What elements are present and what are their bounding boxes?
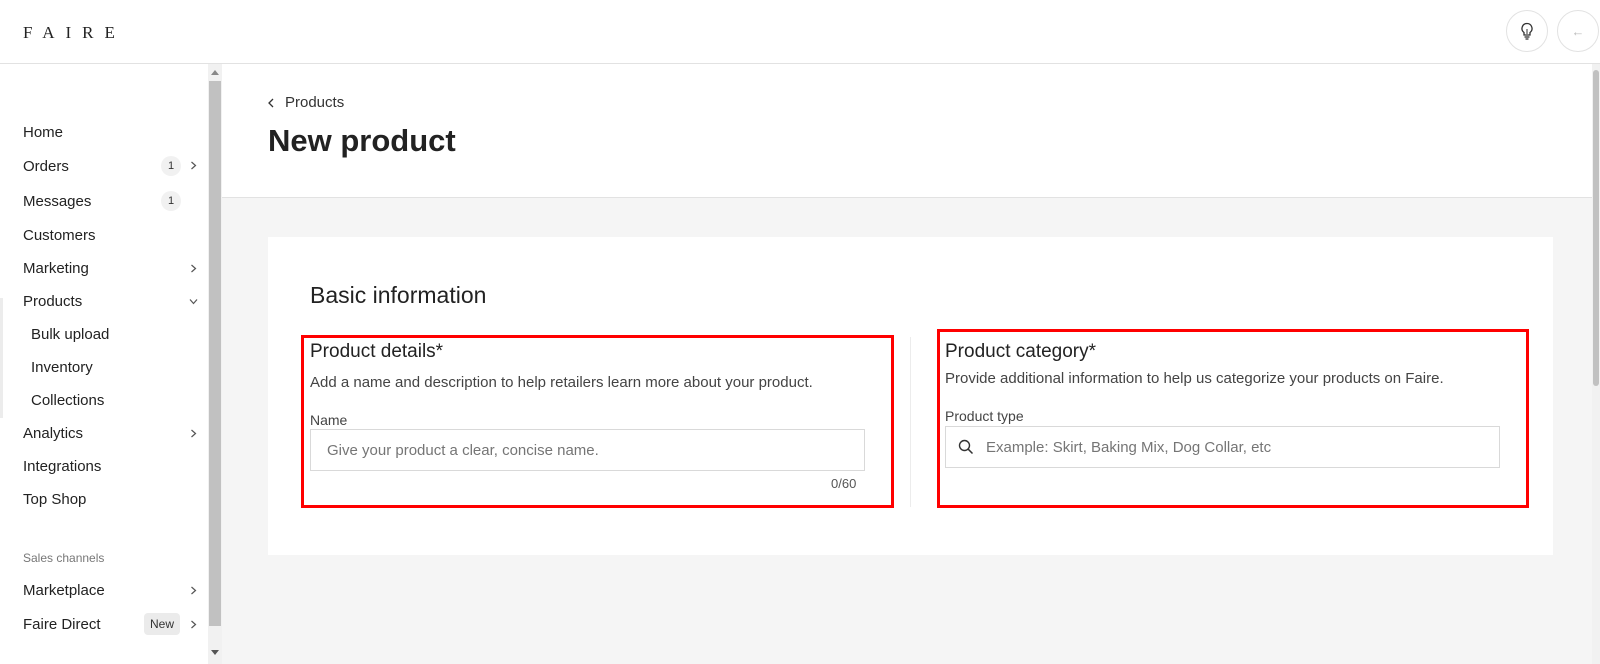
sidebar-item-home[interactable]: Home [23, 124, 63, 141]
sidebar-item-products[interactable]: Products [23, 293, 82, 310]
basic-information-title: Basic information [310, 282, 487, 308]
sidebar-item-marketing[interactable]: Marketing [23, 260, 89, 277]
sidebar-item-customers[interactable]: Customers [23, 227, 96, 244]
scroll-down-arrow[interactable] [211, 650, 219, 655]
product-details-panel: Product details* Add a name and descript… [301, 335, 894, 508]
product-details-description: Add a name and description to help retai… [310, 374, 813, 391]
sidebar-item-collections[interactable]: Collections [31, 392, 104, 409]
lightbulb-icon [1521, 22, 1533, 40]
products-active-marker [0, 298, 3, 418]
back-button[interactable]: ← [1557, 10, 1599, 52]
faire-logo[interactable]: FAIRE [23, 23, 126, 43]
page-header: Products New product [222, 64, 1600, 198]
top-bar: FAIRE ← [0, 0, 1600, 64]
scroll-up-arrow[interactable] [211, 70, 219, 75]
chevron-right-icon[interactable] [189, 264, 198, 273]
chevron-down-icon[interactable] [189, 297, 198, 306]
messages-count-badge: 1 [161, 191, 181, 211]
sidebar-item-inventory[interactable]: Inventory [31, 359, 93, 376]
column-divider [910, 337, 911, 507]
arrow-left-icon: ← [1571, 23, 1585, 39]
new-badge: New [144, 613, 181, 635]
search-icon [958, 439, 974, 455]
sales-channels-label: Sales channels [23, 551, 105, 565]
sidebar-item-orders[interactable]: Orders [23, 158, 69, 175]
chevron-right-icon[interactable] [189, 586, 198, 595]
chevron-right-icon[interactable] [189, 620, 198, 629]
product-category-description: Provide additional information to help u… [945, 370, 1444, 387]
product-details-title: Product details* [310, 341, 444, 362]
sidebar-item-integrations[interactable]: Integrations [23, 458, 101, 475]
main-content: Products New product Basic information P… [222, 64, 1600, 664]
product-category-panel: Product category* Provide additional inf… [937, 329, 1529, 508]
sidebar: Home Orders 1 Messages 1 Customers Marke… [0, 64, 222, 664]
product-type-label: Product type [945, 408, 1024, 424]
name-char-counter: 0/60 [831, 476, 857, 491]
sidebar-item-faire-direct[interactable]: Faire Direct [23, 616, 101, 633]
sidebar-item-top-shop[interactable]: Top Shop [23, 491, 86, 508]
sidebar-item-marketplace[interactable]: Marketplace [23, 582, 105, 599]
breadcrumb-products-link[interactable]: Products [285, 94, 344, 111]
product-name-input[interactable] [310, 429, 865, 471]
chevron-right-icon[interactable] [189, 429, 198, 438]
sidebar-scroll-thumb[interactable] [209, 81, 221, 626]
basic-information-card: Basic information Product details* Add a… [268, 237, 1553, 555]
sidebar-scrollbar[interactable] [208, 64, 222, 664]
chevron-left-icon [268, 98, 274, 107]
tips-button[interactable] [1506, 10, 1548, 52]
sidebar-item-analytics[interactable]: Analytics [23, 425, 83, 442]
breadcrumb[interactable]: Products [267, 94, 344, 111]
product-category-title: Product category* [945, 341, 1097, 362]
orders-count-badge: 1 [161, 156, 181, 176]
main-scroll-thumb[interactable] [1593, 70, 1599, 386]
sidebar-item-messages[interactable]: Messages [23, 193, 91, 210]
name-label: Name [310, 412, 348, 428]
chevron-right-icon[interactable] [189, 161, 198, 170]
product-type-field[interactable] [945, 426, 1500, 468]
main-scrollbar[interactable] [1592, 64, 1600, 664]
product-type-input[interactable] [986, 428, 1499, 466]
sidebar-item-bulk-upload[interactable]: Bulk upload [31, 326, 109, 343]
page-title: New product [268, 123, 456, 158]
